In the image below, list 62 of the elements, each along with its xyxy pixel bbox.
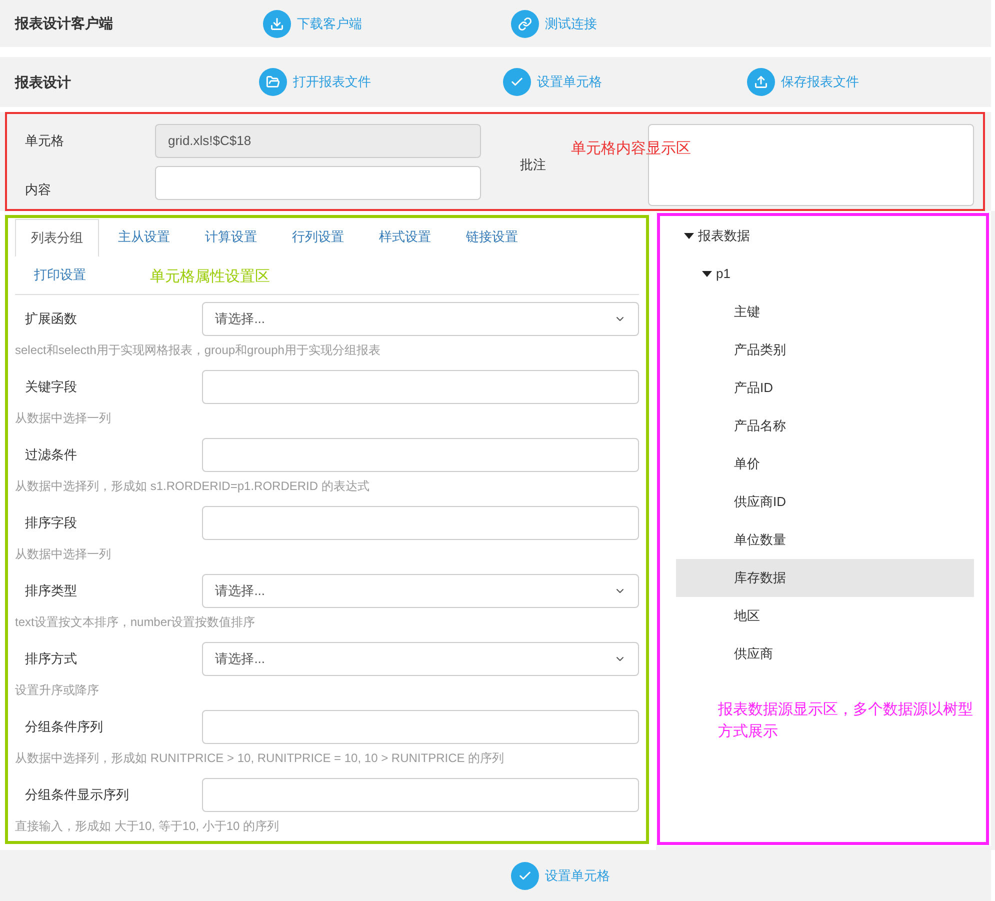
- annotation: 单元格内容显示区: [571, 139, 692, 159]
- tree-item[interactable]: 产品名称: [676, 407, 974, 445]
- tab[interactable]: 样式设置: [363, 218, 447, 256]
- tree-item[interactable]: 库存数据: [676, 559, 974, 597]
- folder-icon: [259, 68, 287, 96]
- input-field[interactable]: [202, 438, 639, 472]
- hint-text: 设置升序或降序: [15, 682, 100, 698]
- tab[interactable]: 列表分组: [15, 219, 99, 257]
- field-label: 分组条件显示序列: [24, 786, 130, 804]
- tree-item[interactable]: 报表数据: [676, 217, 974, 255]
- field-label: 单元格: [25, 132, 65, 150]
- tree-item[interactable]: p1: [676, 255, 974, 293]
- hint-text: 直接输入，形成如 大于10, 等于10, 小于10 的序列: [15, 818, 280, 834]
- tree-item[interactable]: 单位数量: [676, 521, 974, 559]
- field-label: 过滤条件: [24, 446, 78, 464]
- tree-item[interactable]: 产品类别: [676, 331, 974, 369]
- tab[interactable]: 打印设置: [18, 256, 102, 294]
- hint-text: 从数据中选择一列: [15, 410, 112, 426]
- hint-text: 从数据中选择列，形成如 RUNITPRICE > 10, RUNITPRICE = 10, 10 > RUNITPRICE 的序列: [15, 750, 506, 766]
- note-field[interactable]: [648, 124, 974, 206]
- tree-item[interactable]: 供应商ID: [676, 483, 974, 521]
- hint-text: select和selecth用于实现网格报表，group和grouph用于实现分组报表: [15, 342, 382, 358]
- field-label: 内容: [25, 180, 52, 199]
- field-label: 扩展函数: [24, 310, 78, 328]
- tree-item[interactable]: 产品ID: [676, 369, 974, 407]
- check-icon: [503, 68, 531, 96]
- toolbar-title: 报表设计客户端: [14, 14, 114, 33]
- download-icon: [263, 10, 291, 38]
- field-label: 排序字段: [24, 514, 78, 532]
- hint-text: 从数据中选择一列: [15, 546, 112, 562]
- toolbar-title: 报表设计: [14, 72, 72, 92]
- input-field[interactable]: [202, 710, 639, 744]
- hint-text: 从数据中选择列，形成如 s1.RORDERID=p1.RORDERID 的表达式: [15, 478, 370, 494]
- tree-item[interactable]: 单价: [676, 445, 974, 483]
- field-label: 分组条件序列: [24, 718, 104, 736]
- link-icon: [511, 10, 539, 38]
- annotation: 报表数据源显示区，多个数据源以树型方式展示: [717, 700, 974, 742]
- field-label: 批注: [520, 156, 546, 174]
- tree-item[interactable]: 主键: [676, 293, 974, 331]
- input-field[interactable]: [202, 778, 639, 812]
- input-field[interactable]: [202, 506, 639, 540]
- content-field[interactable]: [155, 166, 481, 200]
- select-field[interactable]: 请选择...: [202, 642, 639, 676]
- tree-item[interactable]: 地区: [676, 597, 974, 635]
- tab[interactable]: 计算设置: [189, 218, 273, 256]
- tab[interactable]: 行列设置: [276, 218, 360, 256]
- hint-text: text设置按文本排序，number设置按数值排序: [15, 614, 256, 630]
- cell-field[interactable]: grid.xls!$C$18: [155, 124, 481, 158]
- select-field[interactable]: 请选择...: [202, 302, 639, 336]
- annotation: 单元格属性设置区: [150, 266, 270, 286]
- field-label: 排序方式: [24, 650, 78, 668]
- select-field[interactable]: 请选择...: [202, 574, 639, 608]
- caret-icon: [702, 271, 712, 277]
- caret-icon: [684, 233, 694, 239]
- upload-icon: [747, 68, 775, 96]
- tab[interactable]: 链接设置: [450, 218, 534, 256]
- input-field[interactable]: [202, 370, 639, 404]
- check-icon: [511, 862, 539, 890]
- field-label: 排序类型: [24, 582, 78, 600]
- field-label: 关键字段: [24, 378, 78, 396]
- tab[interactable]: 主从设置: [102, 218, 186, 256]
- tree-item[interactable]: 供应商: [676, 635, 974, 673]
